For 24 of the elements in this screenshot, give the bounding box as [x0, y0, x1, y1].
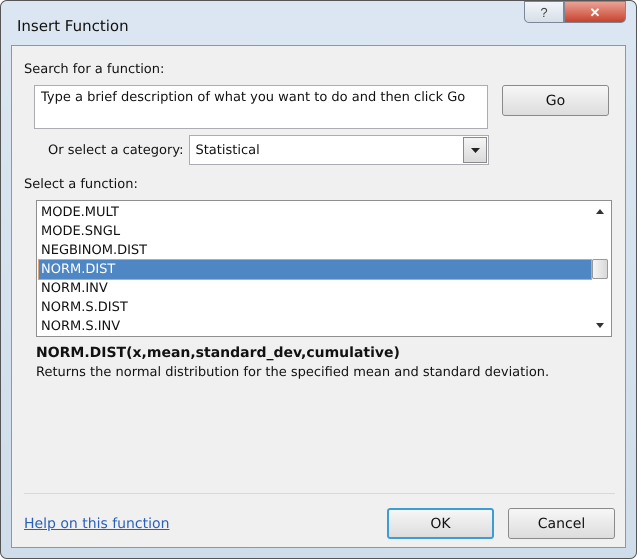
search-field[interactable]: Type a brief description of what you want to do and then click Go: [34, 85, 488, 129]
function-item[interactable]: NEGBINOM.DIST: [39, 241, 591, 260]
help-link[interactable]: Help on this function: [24, 516, 170, 532]
function-item[interactable]: MODE.SNGL: [39, 222, 591, 241]
function-item[interactable]: NORM.S.INV: [39, 317, 591, 336]
function-list-label: Select a function:: [24, 177, 139, 192]
function-item[interactable]: MODE.MULT: [39, 203, 591, 222]
scroll-up-icon[interactable]: [596, 209, 604, 214]
category-label: Or select a category:: [48, 142, 184, 158]
dropdown-icon: [470, 148, 480, 152]
function-item[interactable]: NORM.DIST: [39, 260, 591, 279]
ok-button[interactable]: OK: [387, 508, 494, 539]
scroll-thumb[interactable]: [592, 258, 608, 278]
function-item[interactable]: NORM.INV: [39, 279, 591, 298]
category-dropdown[interactable]: Statistical: [189, 135, 490, 165]
window-title: Insert Function: [17, 17, 129, 35]
scroll-down-icon[interactable]: [596, 323, 604, 328]
cancel-button[interactable]: Cancel: [508, 508, 615, 539]
search-label: Search for a function:: [24, 62, 166, 77]
help-button[interactable]: ?: [524, 1, 564, 23]
function-item[interactable]: NORM.S.DIST: [39, 298, 591, 317]
function-description: Returns the normal distribution for the specified mean and standard deviation.: [36, 365, 550, 380]
function-signature: NORM.DIST(x,mean,standard_dev,cumulative): [36, 345, 401, 361]
go-button[interactable]: Go: [502, 85, 609, 116]
